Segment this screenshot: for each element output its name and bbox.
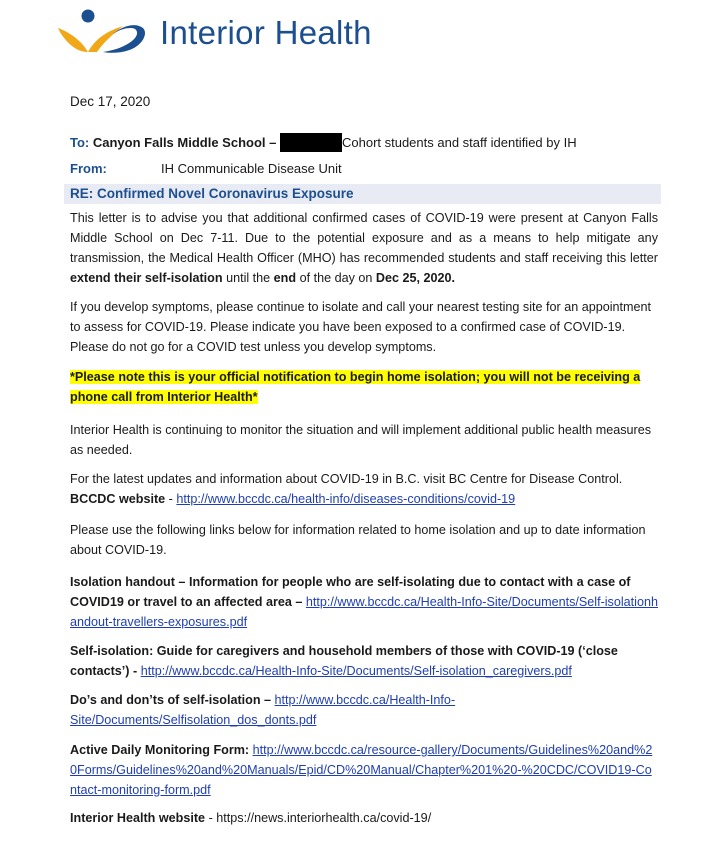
from-line: From: IH Communicable Disease Unit	[70, 161, 342, 176]
caregivers-guide-link[interactable]: http://www.bccdc.ca/Health-Info-Site/Doc…	[141, 664, 572, 678]
letter-date: Dec 17, 2020	[70, 94, 151, 109]
intro-bold-date: Dec 25, 2020.	[375, 271, 456, 285]
logo-icon	[58, 9, 145, 53]
paragraph-monitoring: Interior Health is continuing to monitor…	[70, 423, 652, 457]
dos-donts-label: Do’s and don’ts of self-isolation –	[70, 693, 272, 707]
bccdc-text: For the latest updates and information a…	[70, 472, 623, 486]
intro-mid2: of the day on	[299, 271, 373, 285]
intro-bold-extend: extend their self-isolation	[70, 271, 223, 285]
ih-website-url[interactable]: https://news.interiorhealth.ca/covid-19/	[216, 811, 431, 825]
link-dos-donts: Do’s and don’ts of self-isolation – http…	[70, 690, 658, 730]
notice-highlight: *Please note this is your official notif…	[70, 370, 641, 404]
ih-website-line: Interior Health website - https://news.i…	[70, 811, 432, 825]
intro-mid: until the	[226, 271, 271, 285]
link-caregivers-guide: Self-isolation: Guide for caregivers and…	[70, 641, 658, 681]
to-value: Canyon Falls Middle School –	[92, 135, 277, 150]
to-suffix: Cohort students and staff identified by …	[341, 135, 577, 150]
org-name: Interior Health	[160, 14, 372, 51]
paragraph-intro: This letter is to advise you that additi…	[70, 208, 658, 288]
to-label: To:	[70, 135, 90, 150]
paragraph-bccdc: For the latest updates and information a…	[70, 472, 623, 506]
link-isolation-handout: Isolation handout – Information for peop…	[70, 572, 658, 632]
from-value: IH Communicable Disease Unit	[161, 161, 342, 176]
ih-website-label: Interior Health website	[70, 811, 206, 825]
from-label: From:	[70, 161, 107, 176]
to-line: To: Canyon Falls Middle School – Cohort …	[70, 133, 577, 152]
isolation-notice: *Please note this is your official notif…	[70, 367, 658, 407]
bccdc-label: BCCDC website	[70, 492, 166, 506]
link-monitoring-form: Active Daily Monitoring Form: http://www…	[70, 740, 658, 800]
intro-text: This letter is to advise you that additi…	[70, 211, 658, 265]
paragraph-links-intro: Please use the following links below for…	[70, 523, 646, 557]
paragraph-symptoms: If you develop symptoms, please continue…	[70, 300, 652, 354]
bccdc-link[interactable]: http://www.bccdc.ca/health-info/diseases…	[176, 492, 515, 506]
subject-banner: RE: Confirmed Novel Coronavirus Exposure	[64, 184, 661, 204]
monitoring-form-label: Active Daily Monitoring Form:	[70, 743, 250, 757]
redaction-bar	[279, 133, 342, 152]
interior-health-logo: Interior Health	[55, 6, 395, 56]
intro-bold-end: end	[273, 271, 297, 285]
